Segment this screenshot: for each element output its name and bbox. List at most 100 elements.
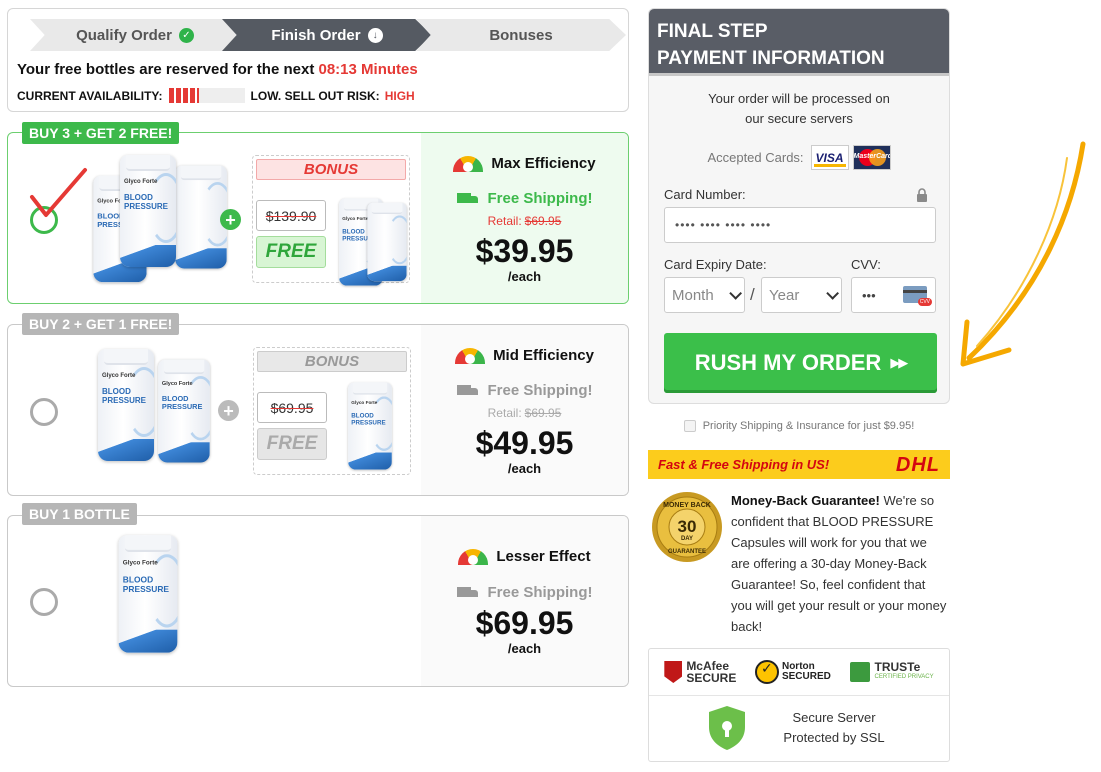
bonus-box: BONUS $69.95 FREE Glyco Forte BLOOD PRESSU…	[253, 347, 411, 475]
priority-shipping-checkbox[interactable]	[683, 420, 696, 432]
ssl-text: Secure Server Protected by SSL	[783, 710, 885, 745]
norton-secured-badge: NortonSECURED	[754, 660, 831, 684]
guarantee-title: Money-Back Guarantee!	[731, 493, 880, 508]
availability-row: CURRENT AVAILABILITY: LOW. SELL OUT RISK…	[17, 88, 415, 103]
arrow-down-circle-icon: ↓	[367, 27, 383, 43]
truck-icon	[456, 586, 479, 599]
trust-badges: McAfeeSECURE NortonSECURED TRUSTeCERTIFI…	[648, 648, 950, 762]
free-shipping: Free Shipping!	[421, 190, 628, 207]
countdown-timer: 08:13 Minutes	[318, 61, 418, 78]
offer-price: $69.95	[475, 605, 574, 641]
step-label: Finish Order	[271, 26, 361, 44]
cvv-input[interactable]: ••• CVV	[851, 277, 936, 313]
guarantee-body: We're so confident that BLOOD PRESSURE C…	[731, 493, 947, 634]
price-column: Max Efficiency Free Shipping! Retail: $69…	[421, 133, 628, 303]
payment-header: FINAL STEP PAYMENT INFORMATION	[649, 9, 949, 76]
priority-shipping-option[interactable]: Priority Shipping & Insurance for just $…	[648, 420, 950, 432]
reservation-text: Your free bottles are reserved for the n…	[17, 61, 315, 78]
visa-icon: VISA	[810, 145, 849, 170]
offer-tag: BUY 1 BOTTLE	[22, 503, 137, 525]
chevron-down-icon	[826, 286, 839, 300]
payment-panel: FINAL STEP PAYMENT INFORMATION Your orde…	[648, 8, 950, 404]
truck-icon	[456, 192, 479, 205]
availability-label: CURRENT AVAILABILITY:	[17, 88, 163, 103]
rush-order-button[interactable]: RUSH MY ORDER ▶▶	[664, 333, 937, 393]
price-column: Lesser Effect Free Shipping! $69.95 /eac…	[421, 516, 628, 686]
payment-title-line2: PAYMENT INFORMATION	[657, 48, 885, 69]
availability-level: LOW.	[250, 88, 282, 103]
step-label: Bonuses	[489, 26, 553, 44]
expiry-label: Card Expiry Date:	[664, 257, 767, 272]
offer-price: $49.95	[475, 425, 574, 461]
card-number-label: Card Number:	[664, 187, 746, 202]
dhl-logo: DHL	[895, 454, 940, 476]
mcafee-secure-badge: McAfee SECURE	[664, 660, 736, 684]
double-arrow-icon: ▶▶	[890, 355, 908, 370]
step-bonuses: Bonuses	[416, 19, 626, 51]
free-shipping: Free Shipping!	[421, 382, 628, 399]
gauge-icon	[455, 347, 486, 364]
sellout-risk-value: HIGH	[384, 88, 415, 103]
gauge-icon	[453, 155, 484, 172]
efficiency-row: Max Efficiency	[421, 155, 628, 172]
svg-text:DAY: DAY	[681, 536, 693, 542]
efficiency-row: Lesser Effect	[421, 548, 628, 565]
plus-icon: +	[220, 209, 241, 230]
bonus-old-price: $139.90	[256, 200, 326, 231]
bonus-free-badge: FREE	[257, 428, 327, 460]
svg-text:MONEY BACK: MONEY BACK	[663, 502, 711, 509]
offer-radio[interactable]	[30, 588, 58, 616]
retail-price: Retail: $69.95	[487, 406, 562, 420]
bonus-box: BONUS $139.90 FREE Glyco Forte BLOOD PRESS…	[252, 155, 410, 286]
offer-price: $39.95	[475, 233, 574, 269]
truck-icon	[456, 384, 479, 397]
offer-radio[interactable]	[30, 398, 58, 426]
money-back-seal-icon: MONEY BACK 30 DAY GUARANTEE	[652, 492, 722, 562]
offer-card-buy3[interactable]: Glyco Forte BLOOD PRESSURE Glyco Forte BLOO…	[7, 132, 629, 304]
free-shipping: Free Shipping!	[421, 584, 628, 601]
checkmark-icon	[30, 168, 87, 217]
bonus-free-badge: FREE	[256, 236, 326, 268]
price-unit: /each	[507, 641, 542, 656]
svg-text:GUARANTEE: GUARANTEE	[668, 549, 706, 555]
dhl-shipping-banner: Fast & Free Shipping in US! DHL	[648, 450, 950, 479]
sellout-risk-label: SELL OUT RISK:	[284, 88, 380, 103]
lock-icon	[917, 188, 927, 202]
date-separator: /	[750, 285, 755, 304]
plus-icon: +	[218, 400, 239, 421]
chevron-down-icon	[729, 286, 742, 300]
shield-lock-icon	[709, 706, 745, 750]
card-number-input[interactable]: •••• •••• •••• ••••	[664, 207, 936, 243]
bonus-label: BONUS	[257, 351, 407, 372]
availability-meter	[168, 88, 245, 103]
step-label: Qualify Order	[76, 26, 172, 44]
price-unit: /each	[507, 461, 542, 476]
dhl-banner-text: Fast & Free Shipping in US!	[658, 457, 830, 472]
expiry-year-select[interactable]: Year	[761, 277, 842, 313]
cvv-label: CVV:	[851, 257, 881, 272]
gauge-icon	[458, 548, 489, 565]
cvv-card-icon: CVV	[903, 286, 932, 306]
retail-price: Retail: $69.95	[487, 214, 562, 228]
offer-tag: BUY 3 + GET 2 FREE!	[22, 122, 180, 144]
priority-shipping-label: Priority Shipping & Insurance for just $…	[702, 420, 915, 432]
money-back-guarantee-text: Money-Back Guarantee! We're so confident…	[731, 490, 949, 637]
offer-card-buy1[interactable]: Glyco Forte BLOOD PRESSURE Lesser Effect F…	[7, 515, 629, 687]
offer-tag: BUY 2 + GET 1 FREE!	[22, 313, 180, 335]
bonus-old-price: $69.95	[257, 392, 327, 423]
accepted-cards-label: Accepted Cards:	[707, 150, 804, 165]
price-column: Mid Efficiency Free Shipping! Retail: $69…	[421, 325, 628, 495]
expiry-month-select[interactable]: Month	[664, 277, 745, 313]
step-finish-order: Finish Order ↓	[222, 19, 432, 51]
svg-text:30: 30	[678, 517, 697, 536]
truste-badge: TRUSTe CERTIFIED PRIVACY	[849, 661, 934, 682]
arrow-pointer-icon	[960, 141, 1086, 367]
payment-title-line1: FINAL STEP	[657, 21, 768, 42]
accepted-cards: Accepted Cards: VISA MasterCard	[649, 145, 949, 170]
check-circle-icon: ✓	[178, 27, 194, 43]
reservation-notice: Your free bottles are reserved for the n…	[17, 61, 418, 78]
step-qualify-order: Qualify Order ✓	[30, 19, 240, 51]
offer-card-buy2[interactable]: Glyco Forte BLOOD PRESSURE Glyco Forte BLOO…	[7, 324, 629, 496]
mastercard-icon: MasterCard	[852, 145, 891, 170]
secure-processing-note: Your order will be processed on our secu…	[708, 91, 890, 126]
